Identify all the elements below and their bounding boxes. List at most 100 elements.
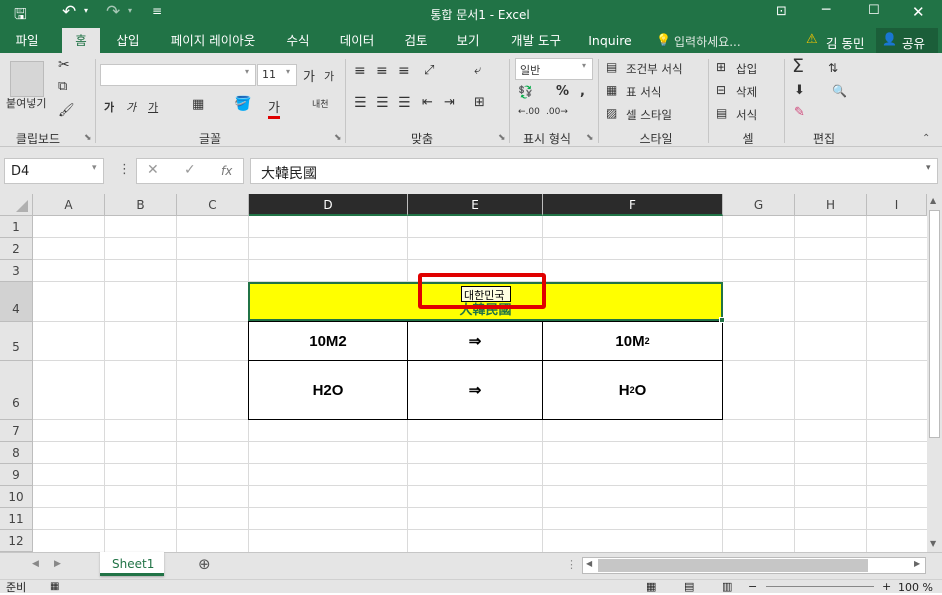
add-sheet-icon[interactable]: ⊕ [198, 555, 211, 573]
user-name[interactable]: 김 동민 [826, 33, 864, 52]
border-icon[interactable]: ▦ [192, 97, 204, 112]
sort-filter-icon[interactable]: ⇅ [828, 61, 838, 75]
copy-icon[interactable]: ⧉ [58, 79, 67, 94]
page-layout-view-icon[interactable]: ▤ [684, 580, 694, 594]
column-header-h[interactable]: H [795, 194, 867, 216]
autosum-icon[interactable]: Σ [792, 55, 804, 77]
tab-review[interactable]: 검토 [394, 28, 438, 53]
scroll-right-icon[interactable]: ▶ [914, 559, 920, 568]
number-launcher-icon[interactable]: ⬊ [586, 133, 594, 143]
delete-cells-button[interactable]: 삭제 [736, 84, 757, 100]
collapse-ribbon-icon[interactable]: ⌃ [922, 133, 930, 144]
decrease-indent-icon[interactable]: ⇤ [422, 95, 433, 110]
horizontal-scroll-thumb[interactable] [598, 559, 868, 572]
chevron-down-icon[interactable]: ▾ [245, 67, 249, 76]
prev-sheet-icon[interactable]: ◀ [32, 559, 39, 569]
fill-icon[interactable]: ⬇ [794, 83, 805, 98]
align-right-icon[interactable]: ☰ [398, 95, 411, 111]
merge-center-icon[interactable]: ⊞ [474, 95, 485, 110]
underline-icon[interactable]: 가 [148, 99, 158, 115]
maximize-button[interactable]: ☐ [868, 3, 880, 18]
cell-f6[interactable]: H2O [543, 361, 722, 419]
row-header-selected[interactable]: 4 [0, 282, 33, 322]
row-header[interactable]: 11 [0, 508, 33, 530]
format-table-button[interactable]: 표 서식 [626, 84, 661, 100]
customize-qat-icon[interactable]: ≡ [152, 4, 162, 18]
cell-styles-button[interactable]: 셀 스타일 [626, 107, 672, 123]
cell-styles-icon[interactable]: ▨ [606, 106, 617, 120]
column-header-f[interactable]: F [543, 194, 723, 216]
find-select-icon[interactable]: 🔍 [832, 84, 847, 98]
cell-e5[interactable]: ⇒ [408, 322, 542, 360]
percent-icon[interactable]: % [556, 84, 569, 99]
row-header[interactable]: 10 [0, 486, 33, 508]
clear-icon[interactable]: ✎ [794, 105, 805, 120]
font-launcher-icon[interactable]: ⬊ [334, 133, 342, 143]
format-painter-icon[interactable]: 🖌 [58, 103, 75, 118]
save-icon[interactable]: 🖫 [14, 4, 27, 29]
zoom-in-icon[interactable]: + [882, 580, 891, 594]
cell-d6[interactable]: H2O [249, 361, 407, 419]
cell-e6[interactable]: ⇒ [408, 361, 542, 419]
page-break-view-icon[interactable]: ▥ [722, 580, 732, 594]
redo-icon[interactable]: ↷ [106, 2, 120, 22]
alignment-launcher-icon[interactable]: ⬊ [498, 133, 506, 143]
clipboard-launcher-icon[interactable]: ⬊ [84, 133, 92, 143]
tell-me-box[interactable]: 입력하세요... [674, 33, 741, 50]
tab-home[interactable]: 홈 [62, 28, 100, 53]
paste-icon[interactable] [10, 61, 44, 97]
minimize-button[interactable]: ─ [822, 2, 830, 18]
font-color-icon[interactable]: 가 [268, 97, 280, 119]
row-header[interactable]: 7 [0, 420, 33, 442]
italic-icon[interactable]: 가 [126, 99, 136, 115]
cell-f5[interactable]: 10M 2 [543, 322, 722, 360]
row-header[interactable]: 3 [0, 260, 33, 282]
row-header[interactable]: 2 [0, 238, 33, 260]
decrease-decimal-icon[interactable]: .00→ [546, 107, 568, 117]
format-cells-button[interactable]: 서식 [736, 107, 757, 123]
row-header[interactable]: 1 [0, 216, 33, 238]
normal-view-icon[interactable]: ▦ [646, 580, 656, 594]
enter-icon[interactable]: ✓ [184, 162, 196, 178]
align-center-icon[interactable]: ☰ [376, 95, 389, 111]
insert-function-icon[interactable]: fx [221, 164, 232, 178]
tab-developer[interactable]: 개발 도구 [500, 28, 572, 53]
row-header[interactable]: 12 [0, 530, 33, 552]
column-header-a[interactable]: A [33, 194, 105, 216]
column-header-e[interactable]: E [408, 194, 543, 216]
select-all-button[interactable] [0, 194, 33, 216]
cut-icon[interactable]: ✂ [58, 57, 70, 73]
tab-view[interactable]: 보기 [446, 28, 490, 53]
chevron-down-icon[interactable]: ▾ [286, 67, 290, 76]
phonetic-icon[interactable]: 내천 [312, 97, 329, 110]
paste-label[interactable]: 붙여넣기 [6, 95, 46, 111]
orientation-icon[interactable]: ⤢ [424, 63, 434, 78]
column-header-g[interactable]: G [723, 194, 795, 216]
row-header[interactable]: 9 [0, 464, 33, 486]
increase-indent-icon[interactable]: ⇥ [444, 95, 455, 110]
column-header-d[interactable]: D [249, 194, 408, 216]
align-top-icon[interactable]: ≡ [354, 63, 366, 79]
column-header-b[interactable]: B [105, 194, 177, 216]
tab-insert[interactable]: 삽입 [106, 28, 150, 53]
redo-dropdown-icon[interactable]: ▾ [128, 6, 132, 15]
comma-icon[interactable]: , [580, 84, 585, 99]
format-cells-icon[interactable]: ▤ [716, 106, 727, 120]
chevron-down-icon[interactable]: ▾ [92, 163, 97, 173]
scroll-left-icon[interactable]: ◀ [586, 559, 592, 568]
tab-formulas[interactable]: 수식 [276, 28, 320, 53]
formula-input[interactable] [250, 158, 938, 184]
shrink-font-icon[interactable]: 가 [324, 68, 334, 84]
tab-inquire[interactable]: Inquire [582, 28, 638, 53]
expand-formula-icon[interactable]: ▾ [926, 163, 931, 173]
column-header-c[interactable]: C [177, 194, 249, 216]
row-header[interactable]: 5 [0, 322, 33, 361]
tab-file[interactable]: 파일 [6, 28, 48, 53]
align-left-icon[interactable]: ☰ [354, 95, 367, 111]
row-header[interactable]: 8 [0, 442, 33, 464]
scroll-down-icon[interactable]: ▼ [930, 539, 936, 548]
ribbon-display-icon[interactable]: ⊡ [776, 4, 787, 19]
close-button[interactable]: ✕ [912, 3, 925, 21]
accounting-format-icon[interactable]: 💱 [518, 85, 533, 99]
font-name-box[interactable] [100, 64, 256, 86]
